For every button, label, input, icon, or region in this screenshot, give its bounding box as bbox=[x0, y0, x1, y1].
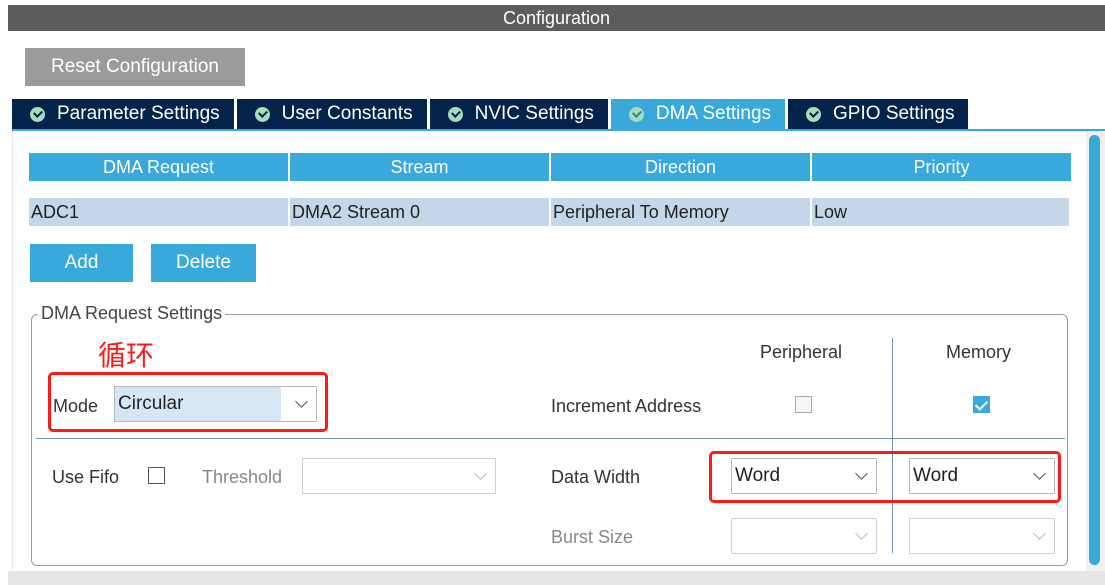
column-header-stream[interactable]: Stream bbox=[290, 153, 549, 181]
threshold-label: Threshold bbox=[202, 467, 283, 487]
dma-table-header: DMA Request Stream Direction Priority bbox=[29, 153, 1073, 181]
scrollbar-thumb[interactable] bbox=[1089, 135, 1100, 565]
data-width-highlight-box bbox=[709, 451, 1061, 503]
burst-size-label: Burst Size bbox=[551, 527, 634, 547]
circular-annotation: 循环 bbox=[98, 339, 155, 372]
tab-dma-settings[interactable]: DMA Settings bbox=[610, 99, 786, 129]
tab-label: NVIC Settings bbox=[474, 103, 594, 124]
check-circle-icon bbox=[30, 106, 45, 122]
add-button[interactable]: Add bbox=[30, 244, 133, 282]
divider bbox=[36, 438, 1065, 439]
tab-parameter-settings[interactable]: Parameter Settings bbox=[12, 99, 234, 129]
burst-memory-select[interactable] bbox=[909, 518, 1055, 554]
delete-button[interactable]: Delete bbox=[151, 244, 256, 282]
peripheral-column-header: Peripheral bbox=[760, 342, 843, 362]
column-divider bbox=[892, 338, 893, 553]
column-header-direction[interactable]: Direction bbox=[551, 153, 810, 181]
cell-dma-request: ADC1 bbox=[29, 198, 290, 226]
window-title: Configuration bbox=[8, 5, 1105, 31]
tab-label: Parameter Settings bbox=[57, 103, 220, 124]
memory-column-header: Memory bbox=[946, 342, 1012, 362]
table-row[interactable]: ADC1 DMA2 Stream 0 Peripheral To Memory … bbox=[29, 198, 1071, 226]
tab-nvic-settings[interactable]: NVIC Settings bbox=[429, 99, 608, 129]
chevron-down-icon bbox=[1033, 527, 1046, 540]
chevron-down-icon bbox=[855, 527, 868, 540]
check-circle-icon bbox=[806, 106, 822, 122]
tab-user-constants[interactable]: User Constants bbox=[236, 99, 427, 129]
cell-priority: Low bbox=[812, 198, 1071, 226]
settings-tabbar: Parameter Settings User Constants NVIC S… bbox=[12, 99, 971, 129]
column-header-dma-request[interactable]: DMA Request bbox=[29, 153, 288, 181]
increment-peripheral-checkbox[interactable] bbox=[795, 396, 812, 413]
use-fifo-checkbox[interactable] bbox=[148, 467, 165, 484]
bottom-edge bbox=[8, 571, 1105, 585]
chevron-down-icon bbox=[474, 467, 487, 480]
reset-configuration-button[interactable]: Reset Configuration bbox=[25, 48, 245, 86]
mode-highlight-box bbox=[48, 372, 328, 432]
check-circle-icon bbox=[447, 106, 463, 122]
threshold-select[interactable] bbox=[302, 458, 496, 494]
increment-address-label: Increment Address bbox=[551, 396, 702, 416]
data-width-label: Data Width bbox=[551, 467, 641, 487]
cell-stream: DMA2 Stream 0 bbox=[290, 198, 551, 226]
use-fifo-label: Use Fifo bbox=[52, 467, 120, 487]
tab-label: GPIO Settings bbox=[833, 103, 955, 124]
tab-label: DMA Settings bbox=[655, 103, 772, 124]
check-circle-icon bbox=[628, 106, 644, 122]
increment-memory-checkbox[interactable] bbox=[973, 396, 990, 413]
tab-label: User Constants bbox=[281, 103, 413, 124]
check-circle-icon bbox=[254, 106, 270, 122]
column-header-priority[interactable]: Priority bbox=[812, 153, 1071, 181]
burst-peripheral-select[interactable] bbox=[731, 518, 877, 554]
tab-gpio-settings[interactable]: GPIO Settings bbox=[788, 99, 969, 129]
group-legend: DMA Request Settings bbox=[38, 303, 226, 324]
cell-direction: Peripheral To Memory bbox=[551, 198, 812, 226]
